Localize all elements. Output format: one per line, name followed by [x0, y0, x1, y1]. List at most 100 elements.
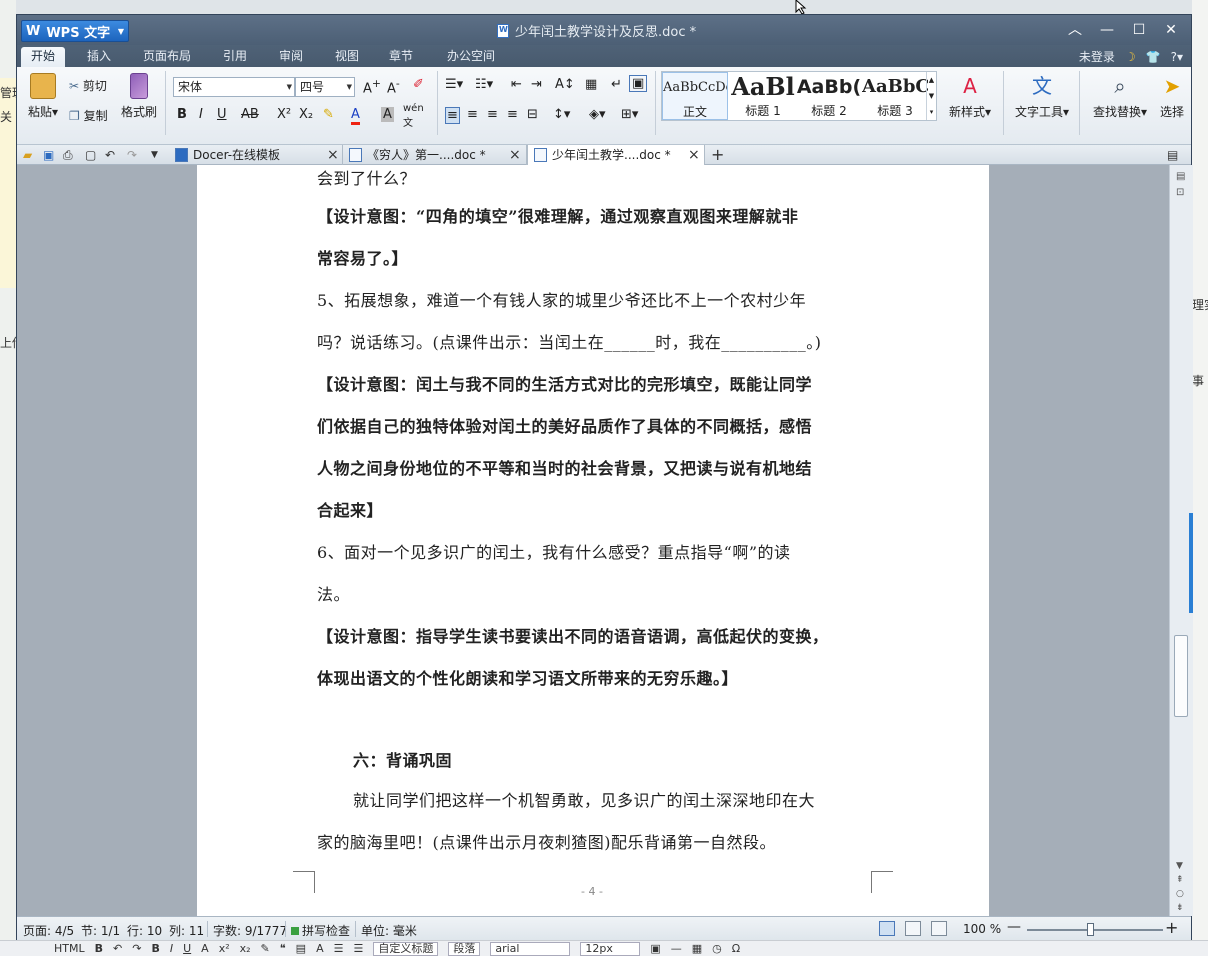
grow-font-icon[interactable]: A+	[363, 77, 381, 96]
maximize-button[interactable]: ☐	[1123, 20, 1155, 40]
save-icon[interactable]: ▣	[43, 148, 54, 162]
format-painter-button[interactable]: 格式刷	[119, 73, 159, 120]
collapse-ribbon-icon[interactable]: ︿	[1059, 20, 1091, 40]
skin-icon[interactable]: ☽	[1125, 50, 1136, 64]
open-folder-icon[interactable]: ▰	[23, 148, 32, 162]
document-page[interactable]: 会到了什么？ 【设计意图：“四角的填空”很难理解，通过观察直观图来理解就非 常容…	[197, 165, 989, 916]
table-icon[interactable]: ▦	[585, 77, 597, 92]
text-tools-button[interactable]: 文 文字工具▾	[1011, 73, 1073, 120]
bullets-icon[interactable]: ☰▾	[445, 77, 463, 92]
new-tab-icon[interactable]: +	[711, 145, 724, 164]
zoom-level[interactable]: 100 %	[963, 922, 1001, 936]
highlight-icon[interactable]: ✎	[323, 107, 334, 122]
font-name-select[interactable]: 宋体 ▼	[173, 77, 295, 97]
cut-button[interactable]: ✂ 剪切	[69, 77, 107, 94]
line-spacing-icon[interactable]: ↕▾	[553, 107, 570, 122]
status-word-count[interactable]: 字数: 9/1777	[213, 922, 287, 939]
next-page-icon[interactable]: ⇟	[1176, 903, 1184, 913]
tab-page-layout[interactable]: 页面布局	[133, 47, 201, 67]
superscript-icon[interactable]: X²	[277, 107, 291, 122]
show-marks-icon[interactable]: ▣	[629, 75, 648, 92]
bg-size-select: 12px	[580, 941, 641, 956]
quick-access-dropdown-icon[interactable]: ▼	[151, 150, 158, 160]
scrollbar-thumb[interactable]	[1174, 635, 1188, 717]
underline-icon[interactable]: U	[217, 107, 227, 122]
numbering-icon[interactable]: ☷▾	[475, 77, 493, 92]
undo-icon[interactable]: ↶	[105, 148, 115, 162]
subscript-icon[interactable]: X₂	[299, 107, 313, 122]
ruler-toggle-icon[interactable]: ▤	[1176, 171, 1185, 182]
paragraph-mark-icon[interactable]: ↵	[611, 77, 622, 92]
new-style-button[interactable]: A 新样式▾	[945, 73, 995, 120]
tab-chapter[interactable]: 章节	[379, 47, 423, 67]
format-painter-label: 格式刷	[120, 105, 157, 119]
align-left-icon[interactable]: ≡	[445, 107, 460, 124]
print-icon[interactable]: ⎙	[63, 148, 73, 163]
italic-icon[interactable]: I	[199, 107, 203, 122]
paste-button[interactable]: 粘贴▾	[23, 73, 63, 120]
close-icon[interactable]: ×	[688, 145, 700, 165]
browse-object-icon[interactable]: ○	[1176, 889, 1184, 899]
tab-list-icon[interactable]: ▤	[1167, 148, 1178, 162]
tab-runtu-doc[interactable]: 少年闰土教学....doc * ×	[527, 145, 705, 165]
shirt-icon[interactable]: 👕	[1146, 50, 1161, 64]
redo-icon[interactable]: ↷	[127, 148, 137, 162]
borders-icon[interactable]: ⊞▾	[621, 107, 638, 122]
justify-icon[interactable]: ≡	[507, 107, 518, 122]
tab-review[interactable]: 审阅	[269, 47, 313, 67]
font-color-icon[interactable]: A	[351, 107, 360, 125]
close-icon[interactable]: ×	[509, 145, 521, 165]
side-panel-toggle[interactable]	[1189, 513, 1193, 613]
font-size-select[interactable]: 四号 ▼	[295, 77, 355, 97]
scroll-down-icon[interactable]: ▼	[1176, 861, 1183, 871]
outdent-icon[interactable]: ⇤	[511, 77, 522, 92]
tab-office-space[interactable]: 办公空间	[437, 47, 505, 67]
align-center-icon[interactable]: ≡	[467, 107, 478, 122]
shading-icon[interactable]: ◈▾	[589, 107, 606, 122]
login-link[interactable]: 未登录	[1079, 48, 1115, 65]
phonetic-icon[interactable]: wén 文	[403, 103, 424, 129]
help-icon[interactable]: ?▾	[1171, 50, 1183, 64]
styles-scroll[interactable]: ▲ ▼ ▾	[926, 72, 936, 120]
page-view-icon[interactable]	[879, 921, 895, 936]
status-page[interactable]: 页面: 4/5	[23, 922, 74, 939]
tab-view[interactable]: 视图	[325, 47, 369, 67]
font-name-value: 宋体	[178, 80, 203, 94]
tab-poor-people-doc[interactable]: 《穷人》第一....doc * ×	[343, 145, 527, 165]
find-replace-button[interactable]: ⌕ 查找替换▾	[1089, 73, 1151, 120]
tab-home[interactable]: 开始	[21, 47, 66, 67]
char-shading-icon[interactable]: A	[381, 107, 394, 122]
distribute-icon[interactable]: ⊟	[527, 107, 538, 122]
style-heading-2[interactable]: AaBb( 标题 2	[796, 72, 862, 120]
status-unit[interactable]: 单位: 毫米	[361, 922, 417, 939]
style-heading-1[interactable]: AaBl 标题 1	[730, 72, 796, 120]
zoom-slider[interactable]	[1027, 929, 1163, 931]
indent-icon[interactable]: ⇥	[531, 77, 542, 92]
tab-docer-templates[interactable]: Docer-在线模板 ×	[169, 145, 343, 165]
style-heading-3[interactable]: AaBbC 标题 3	[862, 72, 928, 120]
style-normal[interactable]: AaBbCcDd 正文	[662, 72, 728, 120]
prev-page-icon[interactable]: ⇞	[1176, 875, 1184, 885]
tab-insert[interactable]: 插入	[77, 47, 121, 67]
web-view-icon[interactable]	[905, 921, 921, 936]
wps-app-menu-button[interactable]: W WPS 文字 ▼	[21, 20, 129, 42]
zoom-slider-thumb[interactable]	[1086, 923, 1094, 936]
text-direction-icon[interactable]: A↕	[555, 77, 575, 92]
zoom-in-icon[interactable]: +	[1165, 918, 1178, 937]
print-preview-icon[interactable]: ▢	[85, 148, 96, 162]
shrink-font-icon[interactable]: A-	[387, 77, 400, 96]
minimize-button[interactable]: —	[1091, 20, 1123, 40]
strikethrough-icon[interactable]: AB	[241, 107, 259, 122]
close-icon[interactable]: ×	[327, 145, 339, 165]
align-right-icon[interactable]: ≡	[487, 107, 498, 122]
copy-button[interactable]: ❐ 复制	[69, 107, 108, 124]
close-button[interactable]: ✕	[1155, 20, 1187, 40]
doc-map-icon[interactable]: ⊡	[1176, 187, 1184, 198]
tab-references[interactable]: 引用	[213, 47, 257, 67]
clear-format-icon[interactable]: ✐	[413, 77, 424, 92]
outline-view-icon[interactable]	[931, 921, 947, 936]
select-button[interactable]: ➤ 选择	[1155, 73, 1189, 120]
spell-check-toggle[interactable]: 拼写检查	[291, 922, 350, 939]
bold-icon[interactable]: B	[177, 107, 187, 122]
zoom-out-icon[interactable]: —	[1007, 919, 1021, 935]
